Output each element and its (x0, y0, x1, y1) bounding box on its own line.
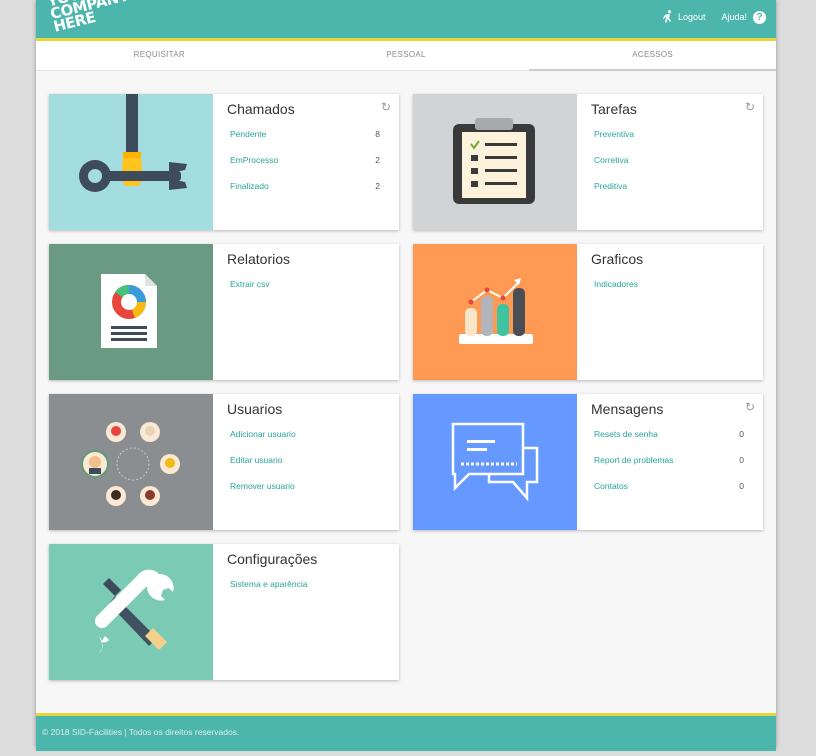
item-finalizado-link[interactable]: Finalizado (230, 181, 269, 191)
list-item: Adicionar usuario (230, 429, 380, 455)
list-item: Preventiva (594, 129, 744, 155)
list-item: Resets de senha 0 (594, 429, 744, 455)
list-item: Contatos 0 (594, 481, 744, 507)
item-contatos-link[interactable]: Contatos (594, 481, 628, 491)
card-items: Extrair csv (230, 279, 380, 305)
list-item: Extrair csv (230, 279, 380, 305)
card-items: Pendente 8 EmProcesso 2 Finalizado 2 (230, 129, 380, 207)
usuarios-image (49, 394, 213, 530)
tab-acessos[interactable]: ACESSOS (529, 41, 776, 71)
item-remover-usuario-link[interactable]: Remover usuario (230, 481, 295, 491)
card-title: Tarefas (591, 101, 637, 117)
card-title: Graficos (591, 251, 644, 267)
tab-requisitar[interactable]: REQUISITAR (36, 41, 283, 70)
card-title: Chamados (227, 101, 295, 117)
list-item: Editar usuario (230, 455, 380, 481)
top-bar: YOUR COMPANY HERE Logout Ajuda! ? (36, 0, 776, 41)
item-preventiva-link[interactable]: Preventiva (594, 129, 634, 139)
item-count: 2 (375, 155, 380, 165)
refresh-icon[interactable]: ↻ (745, 400, 755, 414)
wrench-hand-icon (79, 94, 187, 192)
card-items: Resets de senha 0 Report de problemas 0 … (594, 429, 744, 507)
relatorios-image (49, 244, 213, 380)
item-indicadores-link[interactable]: Indicadores (594, 279, 638, 289)
list-item: Remover usuario (230, 481, 380, 507)
card-items: Indicadores (594, 279, 744, 305)
item-resets-senha-link[interactable]: Resets de senha (594, 429, 658, 439)
item-sistema-aparencia-link[interactable]: Sistema e aparência (230, 579, 308, 589)
list-item: Indicadores (594, 279, 744, 305)
card-title: Mensagens (591, 401, 664, 417)
card-title: Configurações (227, 551, 318, 567)
item-emprocesso-link[interactable]: EmProcesso (230, 155, 278, 165)
card-title: Relatorios (227, 251, 291, 267)
company-logo: YOUR COMPANY HERE (46, 0, 131, 36)
list-item: Finalizado 2 (230, 181, 380, 207)
item-count: 2 (375, 181, 380, 191)
list-item: EmProcesso 2 (230, 155, 380, 181)
chat-bubbles-icon (451, 422, 539, 502)
bar-chart-icon (459, 278, 533, 344)
item-adicionar-usuario-link[interactable]: Adicionar usuario (230, 429, 296, 439)
header-actions: Logout Ajuda! ? (662, 10, 766, 24)
card-chamados: Chamados ↻ Pendente 8 EmProcesso 2 Final… (49, 94, 399, 230)
app-frame: YOUR COMPANY HERE Logout Ajuda! ? REQUIS… (36, 0, 776, 751)
item-editar-usuario-link[interactable]: Editar usuario (230, 455, 282, 465)
tab-pessoal[interactable]: PESSOAL (283, 41, 530, 70)
card-configuracoes: Configurações Sistema e aparência (49, 544, 399, 680)
list-item: Sistema e aparência (230, 579, 380, 605)
card-items: Adicionar usuario Editar usuario Remover… (230, 429, 380, 507)
help-link[interactable]: Ajuda! (721, 12, 747, 22)
item-extrair-csv-link[interactable]: Extrair csv (230, 279, 270, 289)
footer-copyright: © 2018 SID-Facilities | Todos os direito… (42, 727, 240, 737)
logout-link[interactable]: Logout (678, 12, 706, 22)
configuracoes-image (49, 544, 213, 680)
users-network-icon (81, 422, 180, 506)
card-usuarios: Usuarios Adicionar usuario Editar usuari… (49, 394, 399, 530)
item-count: 0 (739, 429, 744, 439)
card-tarefas: Tarefas ↻ Preventiva Corretiva Preditiva (413, 94, 763, 230)
card-items: Sistema e aparência (230, 579, 380, 605)
item-report-problemas-link[interactable]: Report de problemas (594, 455, 673, 465)
card-relatorios: Relatorios Extrair csv (49, 244, 399, 380)
refresh-icon[interactable]: ↻ (381, 100, 391, 114)
help-question-icon[interactable]: ? (753, 10, 766, 24)
list-item: Report de problemas 0 (594, 455, 744, 481)
item-corretiva-link[interactable]: Corretiva (594, 155, 628, 165)
list-item: Corretiva (594, 155, 744, 181)
list-item: Pendente 8 (230, 129, 380, 155)
footer: © 2018 SID-Facilities | Todos os direito… (36, 713, 776, 751)
item-pendente-link[interactable]: Pendente (230, 129, 266, 139)
card-graficos: Graficos Indicadores (413, 244, 763, 380)
item-preditiva-link[interactable]: Preditiva (594, 181, 627, 191)
tarefas-image (413, 94, 577, 230)
card-items: Preventiva Corretiva Preditiva (594, 129, 744, 207)
item-count: 0 (739, 455, 744, 465)
clipboard-icon (453, 118, 535, 204)
item-count: 8 (375, 129, 380, 139)
chamados-image (49, 94, 213, 230)
running-man-icon[interactable] (662, 10, 674, 24)
refresh-icon[interactable]: ↻ (745, 100, 755, 114)
graficos-image (413, 244, 577, 380)
tools-icon (94, 569, 174, 654)
mensagens-image (413, 394, 577, 530)
report-document-icon (101, 274, 157, 348)
item-count: 0 (739, 481, 744, 491)
nav-tabs: REQUISITAR PESSOAL ACESSOS (36, 41, 776, 71)
list-item: Preditiva (594, 181, 744, 207)
card-mensagens: Mensagens ↻ Resets de senha 0 Report de … (413, 394, 763, 530)
card-title: Usuarios (227, 401, 283, 417)
